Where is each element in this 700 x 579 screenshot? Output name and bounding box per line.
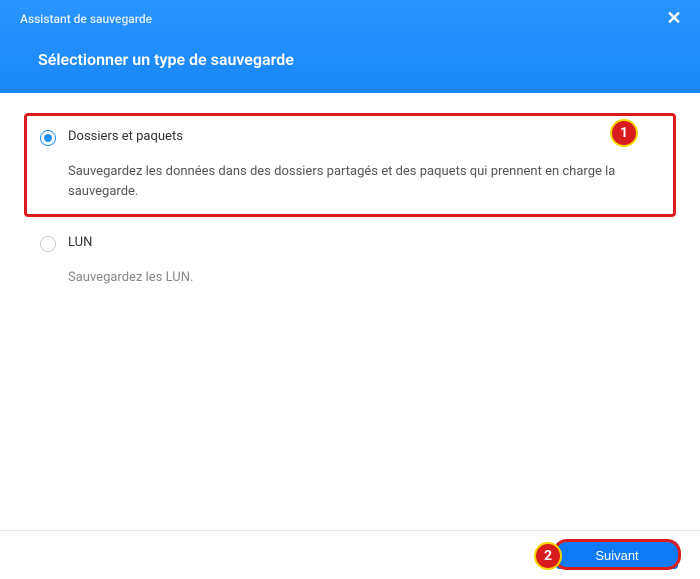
radio-lun[interactable] — [40, 236, 56, 252]
dialog-header: Assistant de sauvegarde Sélectionner un … — [0, 0, 700, 93]
wizard-title: Assistant de sauvegarde — [0, 0, 700, 26]
option-description: Sauvegardez les données dans des dossier… — [68, 162, 660, 201]
option-title: Dossiers et paquets — [68, 129, 660, 144]
content-area: Dossiers et paquets Sauvegardez les donn… — [0, 93, 700, 304]
annotation-step-1: 1 — [610, 119, 638, 147]
option-lun[interactable]: LUN Sauvegardez les LUN. — [24, 219, 676, 304]
annotation-step-2: 2 — [534, 542, 562, 570]
page-title: Sélectionner un type de sauvegarde — [0, 26, 700, 69]
option-folders-packages[interactable]: Dossiers et paquets Sauvegardez les donn… — [24, 113, 676, 217]
dialog-footer: Suivant — [0, 530, 700, 579]
next-button[interactable]: Suivant — [556, 542, 678, 569]
radio-folders-packages[interactable] — [40, 130, 56, 146]
option-description: Sauvegardez les LUN. — [68, 268, 660, 288]
close-icon: ✕ — [666, 8, 681, 29]
option-title: LUN — [68, 235, 660, 250]
close-button[interactable]: ✕ — [664, 10, 684, 30]
